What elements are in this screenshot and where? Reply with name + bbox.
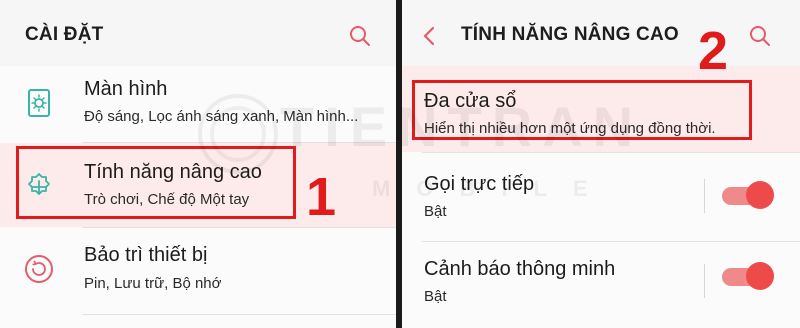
smart-alert-toggle[interactable] — [716, 262, 774, 292]
settings-item-display[interactable]: Màn hình Độ sáng, Lọc ánh sáng xanh, Màn… — [0, 66, 396, 142]
settings-item-device-maintenance-title: Bảo trì thiết bị — [84, 244, 208, 266]
settings-app-bar: CÀI ĐẶT — [0, 0, 396, 72]
advanced-features-title: TÍNH NĂNG NÂNG CAO — [461, 24, 679, 45]
display-settings-icon — [28, 89, 50, 117]
toggle-separator — [704, 179, 705, 213]
step-2-highlight-box — [412, 80, 752, 140]
back-arrow-icon[interactable] — [418, 24, 440, 48]
toggle-thumb — [746, 262, 774, 290]
advanced-item-smart-alert-title: Cảnh báo thông minh — [424, 258, 616, 280]
advanced-item-direct-call-title: Gọi trực tiếp — [424, 173, 535, 195]
advanced-item-smart-alert[interactable]: Cảnh báo thông minh Bật — [402, 242, 800, 328]
settings-item-display-subtitle: Độ sáng, Lọc ánh sáng xanh, Màn hình... — [84, 108, 359, 125]
advanced-features-app-bar: TÍNH NĂNG NÂNG CAO — [402, 0, 800, 72]
advanced-item-direct-call[interactable]: Gọi trực tiếp Bật — [402, 153, 800, 241]
settings-item-display-title: Màn hình — [84, 78, 168, 100]
divider — [82, 314, 396, 315]
toggle-thumb — [746, 181, 774, 209]
device-maintenance-icon — [25, 255, 53, 283]
settings-item-device-maintenance-subtitle: Pin, Lưu trữ, Bộ nhớ — [84, 275, 222, 292]
direct-call-toggle[interactable] — [716, 181, 774, 211]
advanced-item-smart-alert-subtitle: Bật — [424, 288, 447, 305]
settings-panel: CÀI ĐẶT Màn hình Độ sáng, Lọc ánh sáng x… — [0, 0, 396, 328]
step-1-label: 1 — [306, 167, 337, 227]
advanced-features-panel: TÍNH NĂNG NÂNG CAO Đa cửa sổ Hiển thị nh… — [402, 0, 800, 328]
settings-title: CÀI ĐẶT — [25, 24, 104, 45]
toggle-separator — [704, 264, 705, 298]
advanced-item-direct-call-subtitle: Bật — [424, 203, 447, 220]
step-1-highlight-box — [16, 146, 296, 219]
search-icon[interactable] — [348, 24, 372, 48]
search-icon[interactable] — [748, 24, 772, 48]
step-2-label: 2 — [698, 21, 729, 81]
settings-item-device-maintenance[interactable]: Bảo trì thiết bị Pin, Lưu trữ, Bộ nhớ — [0, 228, 396, 314]
